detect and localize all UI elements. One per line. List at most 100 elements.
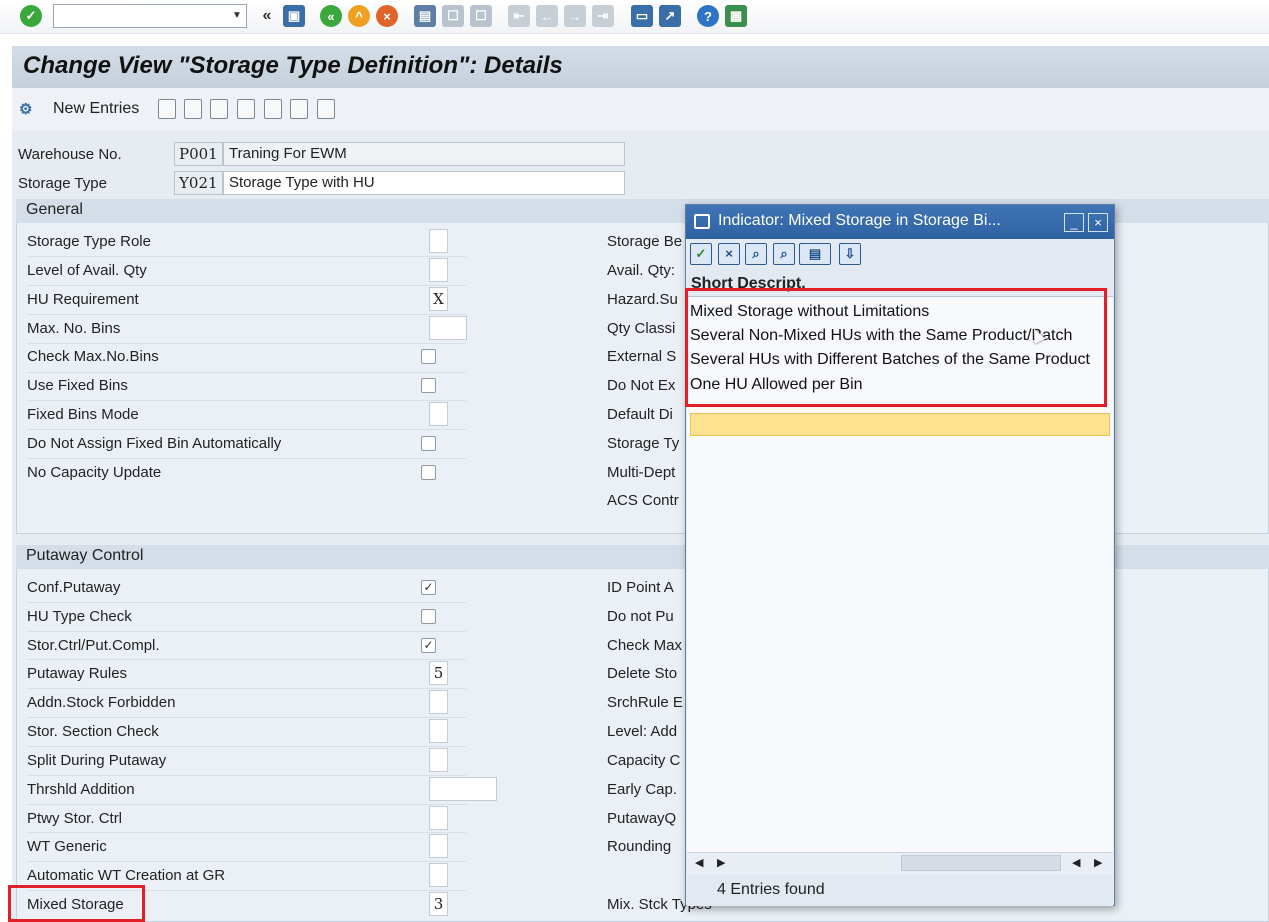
putaway-label: Thrshld Addition	[27, 781, 135, 798]
putaway-label: Conf.Putaway	[27, 579, 121, 596]
putaway-label: WT Generic	[27, 838, 107, 855]
delete-icon[interactable]	[184, 99, 202, 119]
row-divider	[26, 343, 466, 344]
find-next-icon[interactable]: ⌕	[773, 243, 795, 265]
previous-entry-icon[interactable]	[237, 99, 255, 119]
system-toolbar: ✓ ▼ « ▣ « ^ × ▤ ☐ ☐ ⇤ ← → ⇥ ▭ ↗ ? ▦	[0, 0, 1269, 34]
row-divider	[26, 688, 466, 689]
copy-as-icon[interactable]	[158, 99, 176, 119]
putaway-right-label: ID Point A	[607, 579, 674, 596]
general-checkbox[interactable]	[421, 465, 436, 480]
warehouse-code-field[interactable]: P001	[174, 142, 223, 166]
general-label: Check Max.No.Bins	[27, 348, 159, 365]
row-divider	[26, 458, 466, 459]
chevron-down-icon[interactable]: ▼	[230, 8, 244, 24]
dialog-icon	[694, 214, 710, 229]
general-right-label: Storage Ty	[607, 435, 680, 452]
save-icon[interactable]: ▣	[283, 5, 305, 27]
page-title: Change View "Storage Type Definition": D…	[23, 52, 563, 79]
row-divider	[26, 372, 466, 373]
general-input[interactable]	[429, 316, 467, 340]
exit-icon[interactable]: ^	[348, 5, 370, 27]
general-right-label: Hazard.Su	[607, 291, 678, 308]
general-label: Level of Avail. Qty	[27, 262, 147, 279]
putaway-input[interactable]	[429, 863, 448, 887]
back-icon[interactable]: «	[320, 5, 342, 27]
warehouse-desc-field: Traning For EWM	[223, 142, 625, 166]
putaway-label: Ptwy Stor. Ctrl	[27, 810, 123, 827]
command-field[interactable]: ▼	[53, 4, 247, 28]
confirm-icon[interactable]: ✓	[690, 243, 712, 265]
general-input[interactable]: X	[429, 287, 448, 311]
cancel-icon[interactable]: ×	[376, 5, 398, 27]
print-icon[interactable]: ▤	[799, 243, 831, 265]
print-icon[interactable]: ▤	[414, 5, 436, 27]
scroll-right-icon[interactable]: ▶	[1094, 856, 1102, 869]
general-input[interactable]	[429, 258, 448, 282]
general-input[interactable]	[429, 402, 448, 426]
putaway-input[interactable]: 5	[429, 661, 448, 685]
row-divider	[26, 285, 466, 286]
select-all-icon[interactable]	[317, 99, 335, 119]
shortcut-icon[interactable]: ↗	[659, 5, 681, 27]
collapse-icon[interactable]: «	[256, 5, 278, 27]
storage-type-code-field[interactable]: Y021	[174, 171, 223, 195]
cancel-icon[interactable]: ×	[718, 243, 740, 265]
row-divider	[26, 832, 466, 833]
storage-type-desc-field[interactable]: Storage Type with HU	[223, 171, 625, 195]
general-checkbox[interactable]	[421, 349, 436, 364]
general-right-label: External S	[607, 348, 677, 365]
row-divider	[26, 746, 466, 747]
putaway-checkbox[interactable]	[421, 609, 436, 624]
restrict-icon[interactable]: ⇩	[839, 243, 861, 265]
putaway-right-label: Check Max	[607, 637, 683, 654]
row-divider	[26, 429, 466, 430]
scroll-thumb[interactable]	[901, 855, 1061, 871]
scroll-left-icon[interactable]: ◀	[1072, 856, 1080, 869]
find-icon[interactable]: ⌕	[745, 243, 767, 265]
variable-list-icon[interactable]	[290, 99, 308, 119]
putaway-checkbox[interactable]: ✓	[421, 638, 436, 653]
general-checkbox[interactable]	[421, 436, 436, 451]
close-icon[interactable]: ×	[1088, 213, 1108, 232]
putaway-label: Putaway Rules	[27, 665, 128, 682]
new-entries-button[interactable]: New Entries	[53, 100, 139, 118]
putaway-input[interactable]	[429, 719, 448, 743]
find-next-icon: ☐	[470, 5, 492, 27]
putaway-input[interactable]	[429, 806, 448, 830]
help-icon[interactable]: ?	[697, 5, 719, 27]
putaway-input[interactable]	[429, 748, 448, 772]
row-divider	[26, 256, 466, 257]
general-right-label: Storage Be	[607, 233, 683, 250]
putaway-label: Stor.Ctrl/Put.Compl.	[27, 637, 160, 654]
general-right-label: Avail. Qty:	[607, 262, 676, 279]
row-divider	[26, 631, 466, 632]
general-input[interactable]	[429, 229, 448, 253]
general-right-label: Default Di	[607, 406, 673, 423]
new-session-icon[interactable]: ▭	[631, 5, 653, 27]
customize-layout-icon[interactable]: ▦	[725, 5, 747, 27]
putaway-input[interactable]	[429, 777, 497, 801]
mixed-storage-input[interactable]: 3	[429, 892, 448, 916]
general-right-label: Multi-Dept	[607, 464, 676, 481]
putaway-input[interactable]	[429, 834, 448, 858]
popup-list-highlight	[685, 288, 1107, 407]
putaway-label: Split During Putaway	[27, 752, 167, 769]
enter-icon[interactable]: ✓	[20, 5, 42, 27]
general-checkbox[interactable]	[421, 378, 436, 393]
undo-change-icon[interactable]	[210, 99, 228, 119]
last-page-icon: ⇥	[592, 5, 614, 27]
dialog-toolbar: ✓ × ⌕ ⌕ ▤ ⇩	[687, 239, 1113, 269]
putaway-checkbox[interactable]: ✓	[421, 580, 436, 595]
next-entry-icon[interactable]	[264, 99, 282, 119]
scroll-left-icon[interactable]: ◀	[695, 856, 703, 869]
row-divider	[26, 314, 466, 315]
horizontal-scrollbar[interactable]: ◀ ▶ ◀ ▶	[687, 852, 1113, 874]
minimize-icon[interactable]: _	[1064, 213, 1084, 232]
display-change-icon[interactable]: ⚙	[19, 100, 32, 118]
general-right-label: Qty Classi	[607, 320, 676, 337]
putaway-right-label: Capacity C	[607, 752, 681, 769]
scroll-right-icon[interactable]: ▶	[717, 856, 725, 869]
row-divider	[26, 400, 466, 401]
putaway-input[interactable]	[429, 690, 448, 714]
